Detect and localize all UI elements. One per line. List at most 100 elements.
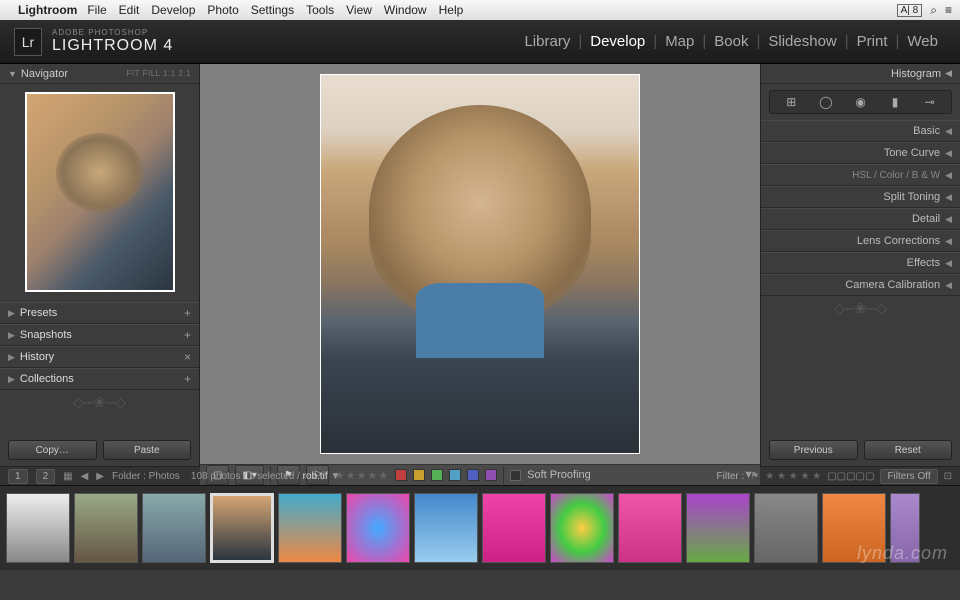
filters-off-button[interactable]: Filters Off xyxy=(880,469,937,484)
filmstrip-thumb[interactable] xyxy=(142,493,206,563)
filmstrip-thumb[interactable] xyxy=(74,493,138,563)
color-label-yellow[interactable] xyxy=(413,469,425,481)
module-library[interactable]: Library xyxy=(516,33,578,50)
panel-ornament: ◇─❀─◇ xyxy=(0,390,199,414)
color-label-purple[interactable] xyxy=(485,469,497,481)
gradient-tool-icon[interactable]: ▮ xyxy=(885,93,905,111)
chevron-left-icon: ◀ xyxy=(945,280,952,291)
panel-collections[interactable]: ▶ Collections + xyxy=(0,368,199,390)
panel-split-toning[interactable]: Split Toning◀ xyxy=(761,186,960,208)
filmstrip-thumb[interactable] xyxy=(278,493,342,563)
source-path[interactable]: Folder : Photos 108 photos / 1 selected … xyxy=(112,471,340,482)
grid-view-icon[interactable]: ▦ xyxy=(63,471,72,482)
module-develop[interactable]: Develop xyxy=(582,33,653,50)
module-slideshow[interactable]: Slideshow xyxy=(760,33,844,50)
prev-photo-icon[interactable]: ◀ xyxy=(81,471,89,482)
color-label-teal[interactable] xyxy=(449,469,461,481)
panel-hsl[interactable]: HSL / Color / B & W◀ xyxy=(761,164,960,186)
menu-edit[interactable]: Edit xyxy=(119,3,140,17)
filter-lock-icon[interactable]: ⊡ xyxy=(944,471,952,482)
filmstrip-thumb[interactable] xyxy=(346,493,410,563)
filmstrip-thumb[interactable] xyxy=(618,493,682,563)
filmstrip[interactable]: lynda.com xyxy=(0,486,960,570)
panel-snapshots[interactable]: ▶ Snapshots + xyxy=(0,324,199,346)
navigator-image xyxy=(25,92,175,292)
panel-detail[interactable]: Detail◀ xyxy=(761,208,960,230)
add-icon[interactable]: + xyxy=(184,306,191,320)
panel-basic[interactable]: Basic◀ xyxy=(761,120,960,142)
filmstrip-thumb[interactable] xyxy=(482,493,546,563)
chevron-right-icon: ▶ xyxy=(8,374,15,385)
spot-tool-icon[interactable]: ◯ xyxy=(816,93,836,111)
filter-label: Filter : xyxy=(717,471,745,482)
chevron-left-icon: ◀ xyxy=(945,258,952,269)
clear-icon[interactable]: × xyxy=(184,350,191,364)
module-map[interactable]: Map xyxy=(657,33,702,50)
canvas[interactable] xyxy=(200,64,760,464)
brush-tool-icon[interactable]: ⊸ xyxy=(920,93,940,111)
menu-settings[interactable]: Settings xyxy=(251,3,294,17)
filmstrip-thumb[interactable] xyxy=(414,493,478,563)
histogram-header[interactable]: Histogram ◀ xyxy=(761,64,960,84)
panel-tone-curve[interactable]: Tone Curve◀ xyxy=(761,142,960,164)
menu-photo[interactable]: Photo xyxy=(207,3,238,17)
center-area: ▢ ◧▾ ⚑ ⚐ ★★★★★ Soft Proofing ▼ xyxy=(200,64,760,466)
module-print[interactable]: Print xyxy=(849,33,896,50)
paste-button[interactable]: Paste xyxy=(103,440,192,460)
collections-label: Collections xyxy=(20,373,184,385)
module-book[interactable]: Book xyxy=(706,33,756,50)
spotlight-icon[interactable]: ⌕ xyxy=(930,3,937,18)
navigator-title: Navigator xyxy=(21,68,127,80)
color-label-red[interactable] xyxy=(395,469,407,481)
color-label-blue[interactable] xyxy=(467,469,479,481)
rating-stars[interactable]: ★★★★★ xyxy=(335,469,389,482)
second-window-button[interactable]: 2 xyxy=(36,469,56,484)
crop-tool-icon[interactable]: ⊞ xyxy=(781,93,801,111)
redeye-tool-icon[interactable]: ◉ xyxy=(850,93,870,111)
menu-tools[interactable]: Tools xyxy=(306,3,334,17)
mac-app-name[interactable]: Lightroom xyxy=(18,3,77,17)
navigator-preview[interactable] xyxy=(0,84,199,302)
filter-star-icon[interactable]: ★ ★ ★ ★ ★ xyxy=(765,471,821,482)
filter-color-icon[interactable]: ▢▢▢▢▢ xyxy=(827,471,874,482)
chevron-left-icon: ◀ xyxy=(945,236,952,247)
panel-effects[interactable]: Effects◀ xyxy=(761,252,960,274)
copy-button[interactable]: Copy… xyxy=(8,440,97,460)
add-icon[interactable]: + xyxy=(184,372,191,386)
navigator-zoom-options[interactable]: FIT FILL 1:1 2:1 xyxy=(127,69,191,78)
panel-ornament: ◇─❀─◇ xyxy=(761,296,960,320)
menu-extras-icon[interactable]: ≡ xyxy=(945,3,952,17)
filmstrip-thumb-selected[interactable] xyxy=(210,493,274,563)
filmstrip-thumb[interactable] xyxy=(6,493,70,563)
previous-button[interactable]: Previous xyxy=(769,440,858,460)
panel-camera-calibration[interactable]: Camera Calibration◀ xyxy=(761,274,960,296)
menu-view[interactable]: View xyxy=(346,3,372,17)
menu-develop[interactable]: Develop xyxy=(151,3,195,17)
panel-presets[interactable]: ▶ Presets + xyxy=(0,302,199,324)
soft-proofing-checkbox[interactable] xyxy=(510,470,521,481)
brand-title: LIGHTROOM 4 xyxy=(52,37,173,55)
main-window-button[interactable]: 1 xyxy=(8,469,28,484)
chevron-right-icon: ▶ xyxy=(8,308,15,319)
chevron-left-icon: ◀ xyxy=(945,126,952,137)
filmstrip-thumb[interactable] xyxy=(686,493,750,563)
next-photo-icon[interactable]: ▶ xyxy=(96,471,104,482)
menu-window[interactable]: Window xyxy=(384,3,427,17)
navigator-header[interactable]: ▼ Navigator FIT FILL 1:1 2:1 xyxy=(0,64,199,84)
panel-history[interactable]: ▶ History × xyxy=(0,346,199,368)
develop-tool-strip: ⊞ ◯ ◉ ▮ ⊸ xyxy=(769,90,952,114)
filmstrip-thumb[interactable] xyxy=(754,493,818,563)
notification-icon[interactable]: A| 8 xyxy=(897,4,923,17)
add-icon[interactable]: + xyxy=(184,328,191,342)
panel-lens-corrections[interactable]: Lens Corrections◀ xyxy=(761,230,960,252)
reset-button[interactable]: Reset xyxy=(864,440,953,460)
color-label-green[interactable] xyxy=(431,469,443,481)
brand-subtitle: ADOBE PHOTOSHOP xyxy=(52,28,173,37)
module-web[interactable]: Web xyxy=(899,33,946,50)
filter-flag-icon[interactable]: ⚑ xyxy=(750,471,759,482)
menu-file[interactable]: File xyxy=(87,3,106,17)
filmstrip-thumb[interactable] xyxy=(822,493,886,563)
filmstrip-thumb[interactable] xyxy=(550,493,614,563)
menu-help[interactable]: Help xyxy=(439,3,464,17)
filmstrip-thumb[interactable] xyxy=(890,493,920,563)
